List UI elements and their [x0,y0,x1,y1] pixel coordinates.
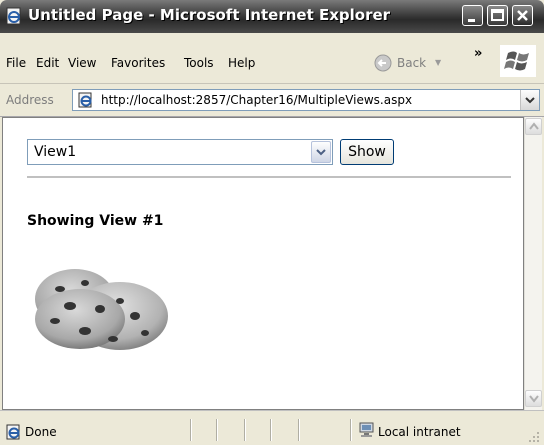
minimize-button[interactable] [462,5,483,26]
menu-edit[interactable]: Edit [36,56,59,70]
cookies-image [35,269,168,350]
page-content: View1 Show Showing View #1 [2,117,524,410]
menu-bar: File Edit View Favorites Tools Help Back… [0,33,544,84]
address-bar: Address http://localhost:2857/Chapter16/… [0,84,544,117]
ie-page-icon [78,92,94,112]
ie-page-icon [5,7,23,25]
status-divider [244,419,246,441]
address-input[interactable]: http://localhost:2857/Chapter16/Multiple… [72,89,540,111]
status-divider [270,419,272,441]
menu-file[interactable]: File [6,56,26,70]
status-divider [298,419,300,441]
view-select[interactable]: View1 [27,139,333,165]
scroll-up-button[interactable] [525,118,542,135]
resize-grip[interactable] [528,431,540,443]
address-dropdown-button[interactable] [520,90,539,110]
vertical-scrollbar[interactable] [524,117,542,410]
menu-favorites[interactable]: Favorites [111,56,165,70]
status-divider [190,419,192,441]
back-arrow-icon [374,54,392,76]
status-text: Done [25,425,57,439]
back-label: Back [397,56,427,70]
menu-tools[interactable]: Tools [184,56,214,70]
show-button[interactable]: Show [340,139,394,165]
address-label: Address [6,93,54,107]
toolbar-overflow-chevron[interactable]: » [474,46,482,61]
menu-view[interactable]: View [68,56,96,70]
zone-label: Local intranet [378,425,461,439]
title-bar[interactable]: Untitled Page - Microsoft Internet Explo… [0,0,544,33]
horizontal-rule [27,176,511,179]
view-select-value: View1 [34,144,77,160]
scroll-down-button[interactable] [525,390,542,407]
local-intranet-icon [358,422,376,442]
window-title: Untitled Page - Microsoft Internet Explo… [28,6,391,24]
back-dropdown-icon[interactable]: ▼ [435,58,441,67]
menu-help[interactable]: Help [228,56,255,70]
chevron-down-icon[interactable] [311,141,331,163]
back-button[interactable]: Back ▼ [370,50,450,76]
close-button[interactable] [512,5,533,26]
browser-window: Untitled Page - Microsoft Internet Explo… [0,0,544,445]
view-heading: Showing View #1 [27,213,164,229]
status-bar: Done Local intranet [0,410,544,445]
status-divider [216,419,218,441]
address-url: http://localhost:2857/Chapter16/Multiple… [101,93,413,107]
ie-page-icon [6,424,22,444]
maximize-button[interactable] [487,5,508,26]
status-divider [350,419,352,441]
windows-logo [500,45,536,77]
